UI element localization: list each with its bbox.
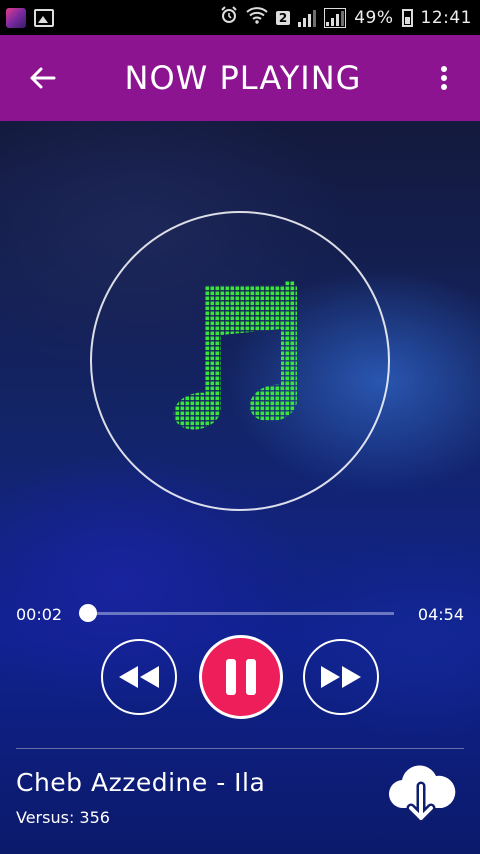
status-bar: 2 49% 12:41 <box>0 0 480 35</box>
page-title: NOW PLAYING <box>124 59 362 97</box>
wifi-icon <box>246 6 268 29</box>
image-notification-icon <box>34 8 54 27</box>
signal-strength-icon-2 <box>324 7 347 28</box>
divider <box>16 748 464 749</box>
track-subtitle: Versus: 356 <box>16 808 110 827</box>
pause-icon <box>226 659 256 695</box>
back-button[interactable] <box>22 58 62 98</box>
sim-badge: 2 <box>275 10 291 25</box>
battery-percent: 49% <box>354 7 394 28</box>
rewind-icon <box>119 666 159 688</box>
seek-bar[interactable] <box>79 604 394 622</box>
clock: 12:41 <box>420 7 472 28</box>
notification-area <box>6 7 54 28</box>
fast-forward-button[interactable] <box>303 639 379 715</box>
total-time: 04:54 <box>417 605 464 624</box>
playback-controls <box>0 635 480 719</box>
system-status-area: 2 49% 12:41 <box>220 6 472 29</box>
music-note-icon <box>173 281 297 430</box>
app-notification-icon <box>6 7 26 28</box>
alarm-icon <box>220 6 238 29</box>
seek-thumb[interactable] <box>79 604 98 622</box>
track-title: Cheb Azzedine - Ila <box>16 768 266 797</box>
album-art-disc <box>90 211 390 511</box>
arrow-back-icon <box>30 67 56 89</box>
download-button[interactable] <box>386 764 456 824</box>
cloud-download-icon <box>388 765 456 823</box>
pause-button[interactable] <box>199 635 283 719</box>
overflow-menu-button[interactable] <box>424 58 464 98</box>
player-area: 00:02 04:54 Cheb Azzedine - Ila Versus: … <box>0 121 480 854</box>
signal-strength-icon <box>298 9 317 27</box>
fast-forward-icon <box>321 666 361 688</box>
rewind-button[interactable] <box>101 639 177 715</box>
app-bar: NOW PLAYING <box>0 35 480 121</box>
more-vert-icon <box>440 66 447 90</box>
battery-icon <box>401 8 413 27</box>
current-time: 00:02 <box>16 605 63 624</box>
